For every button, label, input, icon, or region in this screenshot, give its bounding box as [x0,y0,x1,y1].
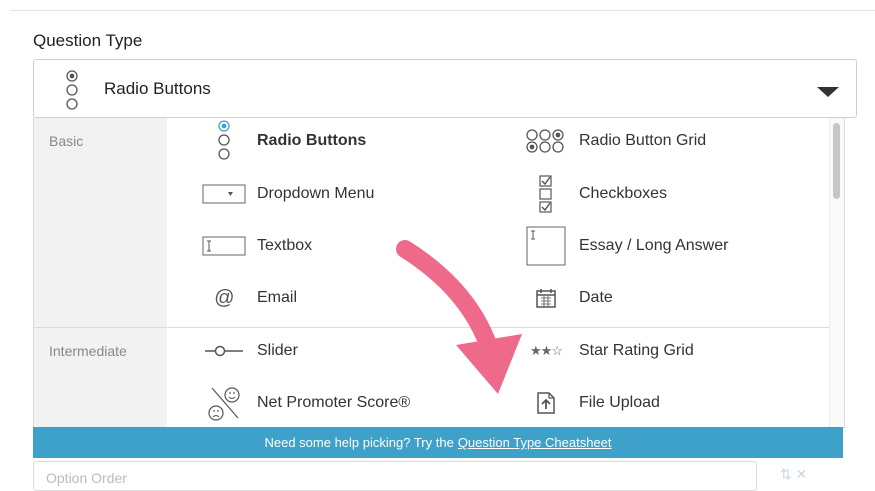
at-sign-icon: @ [213,286,235,309]
option-label: Radio Button Grid [579,132,707,149]
option-checkboxes[interactable]: Checkboxes [521,174,667,214]
option-label: Dropdown Menu [257,185,375,202]
textbox-icon [199,226,249,266]
question-type-select[interactable]: Radio Buttons [33,59,857,118]
cheatsheet-link[interactable]: Question Type Cheatsheet [458,435,612,450]
radio-buttons-icon [199,120,249,161]
option-label: File Upload [579,394,660,411]
option-label: Radio Buttons [257,132,367,149]
option-dropdown-menu[interactable]: Dropdown Menu [199,174,374,214]
radio-grid-icon [521,121,571,161]
radio-buttons-icon [64,70,80,117]
dropdown-menu-icon [199,174,249,214]
option-net-promoter-score[interactable]: Net Promoter Score® [199,383,410,423]
category-column [34,118,167,427]
option-radio-button-grid[interactable]: Radio Button Grid [521,121,706,161]
question-type-label: Question Type [33,31,143,50]
option-date[interactable]: Date [521,278,613,318]
scrollbar-thumb[interactable] [833,123,840,199]
option-label: Date [579,289,613,306]
option-label: Checkboxes [579,185,668,202]
field-action-icons[interactable]: ⇅ ✕ [780,466,807,483]
net-promoter-score-icon [199,383,249,423]
category-divider [34,327,844,328]
option-label: Star Rating Grid [579,342,694,359]
option-textbox[interactable]: Textbox [199,226,312,266]
option-label: Net Promoter Score® [257,394,411,411]
chevron-down-icon[interactable] [817,87,839,97]
option-order-placeholder: Option Order [46,470,127,486]
help-bar: Need some help picking? Try the Question… [33,427,843,458]
option-file-upload[interactable]: File Upload [521,383,660,423]
option-slider[interactable]: Slider [199,331,298,371]
option-label: Essay / Long Answer [579,237,729,254]
top-divider [10,10,875,11]
option-email[interactable]: @ Email [199,278,297,318]
calendar-icon [521,278,571,318]
essay-icon [521,226,571,266]
category-basic: Basic [49,133,84,149]
option-label: Textbox [257,237,313,254]
question-type-dropdown: Basic Intermediate Radio Buttons Dropdow… [33,118,845,428]
option-label: Email [257,289,298,306]
help-text: Need some help picking? Try the [264,435,454,450]
option-order-field[interactable]: Option Order [33,461,757,491]
slider-icon [199,331,249,371]
star-rating-icon: ★★☆ [530,343,563,358]
option-star-rating-grid[interactable]: ★★☆ Star Rating Grid [521,331,694,371]
scrollbar[interactable] [829,118,844,427]
category-intermediate: Intermediate [49,343,127,359]
checkboxes-icon [521,174,571,214]
option-essay[interactable]: Essay / Long Answer [521,226,728,266]
file-upload-icon [521,383,571,423]
option-radio-buttons[interactable]: Radio Buttons [199,120,367,161]
option-label: Slider [257,342,298,359]
selected-value: Radio Buttons [104,79,211,98]
